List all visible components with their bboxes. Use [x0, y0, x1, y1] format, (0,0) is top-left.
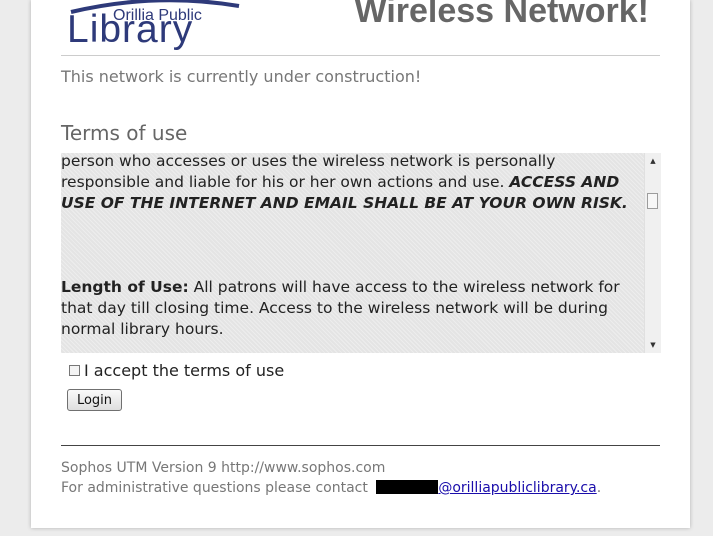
header-divider	[61, 55, 660, 56]
terms-text: person who accesses or uses the wireless…	[61, 153, 643, 340]
length-of-use-label: Length of Use:	[61, 278, 189, 296]
admin-email-link[interactable]: @orilliapubliclibrary.ca	[438, 480, 596, 496]
page-title: Wireless Network!	[354, 0, 649, 30]
terms-responsibility-text: person who accesses or uses the wireless…	[61, 153, 556, 191]
status-message: This network is currently under construc…	[61, 67, 422, 86]
contact-prefix: For administrative questions please cont…	[61, 480, 373, 496]
footer-divider	[61, 445, 660, 446]
scroll-up-icon[interactable]: ▲	[645, 154, 661, 168]
terms-scroll-box[interactable]: person who accesses or uses the wireless…	[61, 153, 661, 353]
accept-terms-label[interactable]: I accept the terms of use	[84, 361, 284, 380]
terms-paragraph-length-of-use: Length of Use: All patrons will have acc…	[61, 277, 643, 340]
redacted-name	[376, 480, 439, 494]
portal-page: Orillia Public Library Wireless Network!…	[31, 0, 690, 528]
logo-text-big: Library	[67, 8, 194, 51]
accept-terms-checkbox[interactable]	[69, 364, 80, 376]
accept-terms-row[interactable]: I accept the terms of use	[69, 360, 284, 380]
terms-scrollbar[interactable]: ▲ ▼	[644, 153, 661, 353]
terms-heading: Terms of use	[61, 121, 188, 145]
contact-suffix: .	[596, 480, 602, 496]
scroll-thumb[interactable]	[647, 193, 658, 209]
scroll-down-icon[interactable]: ▼	[645, 338, 661, 352]
terms-paragraph-responsibility: person who accesses or uses the wireless…	[61, 153, 643, 214]
library-logo: Orillia Public Library	[67, 0, 242, 52]
version-info: Sophos UTM Version 9 http://www.sophos.c…	[61, 460, 386, 476]
login-button[interactable]: Login	[67, 389, 122, 411]
admin-contact: For administrative questions please cont…	[61, 480, 601, 496]
